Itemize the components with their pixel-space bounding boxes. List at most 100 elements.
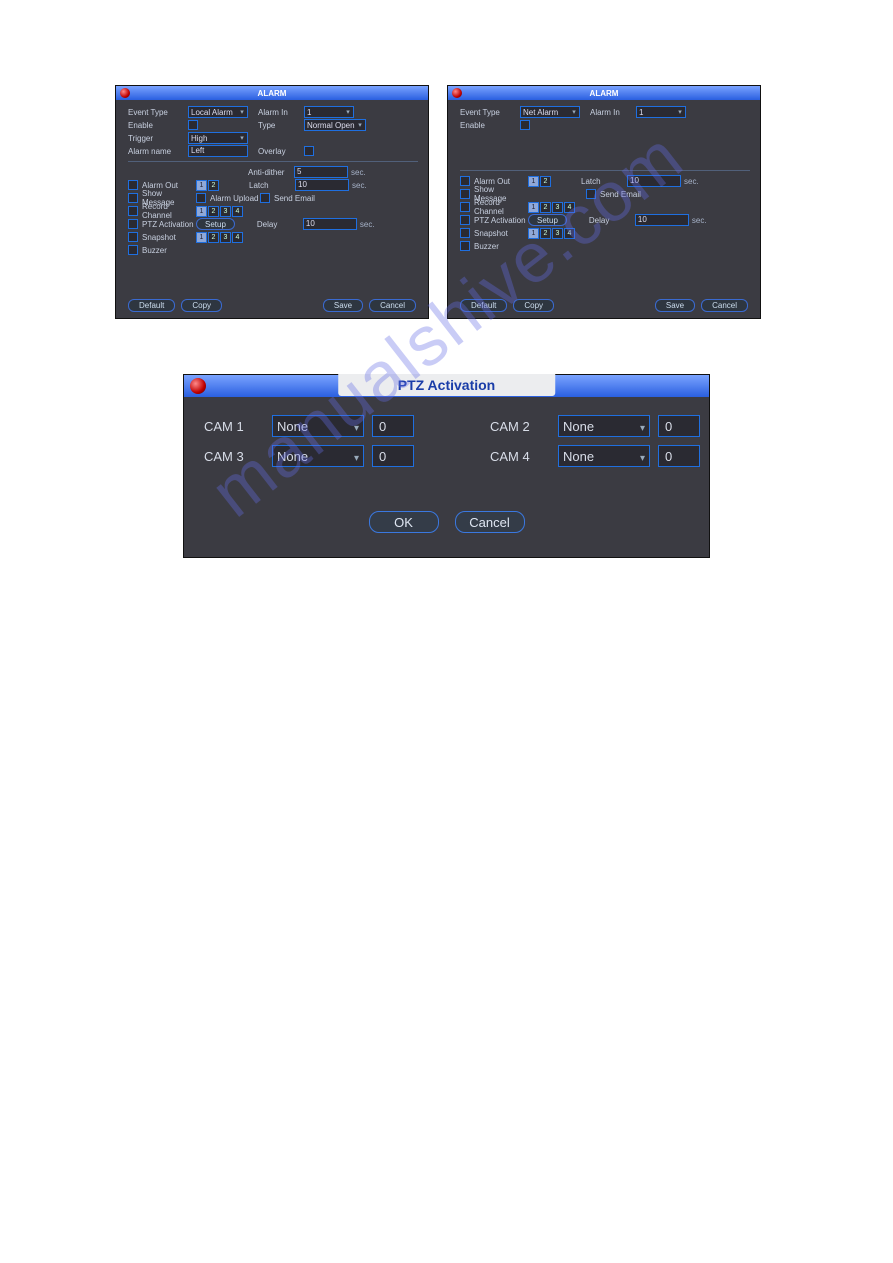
send-email-label: Send Email — [274, 194, 315, 203]
event-type-select[interactable]: Net Alarm — [520, 106, 580, 118]
alarm-out-checkbox[interactable] — [460, 176, 470, 186]
save-button[interactable]: Save — [655, 299, 695, 312]
record-channel-checkbox[interactable] — [460, 202, 470, 212]
close-icon[interactable] — [452, 88, 462, 98]
trigger-label: Trigger — [128, 134, 188, 143]
snapshot-channels[interactable]: 1234 — [196, 232, 243, 243]
record-channel-checkbox[interactable] — [128, 206, 138, 216]
cam4-select[interactable]: None — [558, 445, 650, 467]
ptz-activation-checkbox[interactable] — [460, 215, 470, 225]
show-message-checkbox[interactable] — [460, 189, 470, 199]
enable-checkbox[interactable] — [520, 120, 530, 130]
alarm-in-select[interactable]: 1 — [636, 106, 686, 118]
latch-input[interactable]: 10 — [295, 179, 349, 191]
sec-label: sec. — [684, 177, 699, 186]
chevron-down-icon — [357, 122, 363, 128]
snapshot-channels[interactable]: 1234 — [528, 228, 575, 239]
delay-input[interactable]: 10 — [635, 214, 689, 226]
ptz-activation-checkbox[interactable] — [128, 219, 138, 229]
alarm-local-panel: ALARM Event Type Local Alarm Alarm In 1 … — [115, 85, 429, 319]
sec-label: sec. — [360, 220, 375, 229]
latch-input[interactable]: 10 — [627, 175, 681, 187]
event-type-select[interactable]: Local Alarm — [188, 106, 248, 118]
buzzer-checkbox[interactable] — [128, 245, 138, 255]
send-email-checkbox[interactable] — [260, 193, 270, 203]
chevron-down-icon — [345, 109, 351, 115]
ptz-activation-label: PTZ Activation — [474, 216, 528, 225]
trigger-select[interactable]: High — [188, 132, 248, 144]
ptz-activation-label: PTZ Activation — [142, 220, 196, 229]
alarm-in-label: Alarm In — [590, 108, 636, 117]
cam2-input[interactable]: 0 — [658, 415, 700, 437]
delay-label: Delay — [589, 216, 635, 225]
divider — [460, 170, 750, 171]
enable-checkbox[interactable] — [188, 120, 198, 130]
cam2-label: CAM 2 — [490, 419, 550, 434]
show-message-checkbox[interactable] — [128, 193, 138, 203]
save-button[interactable]: Save — [323, 299, 363, 312]
record-channels[interactable]: 1234 — [196, 206, 243, 217]
cam4-input[interactable]: 0 — [658, 445, 700, 467]
overlay-label: Overlay — [258, 147, 304, 156]
close-icon[interactable] — [190, 378, 206, 394]
cancel-button[interactable]: Cancel — [455, 511, 525, 533]
anti-dither-label: Anti-dither — [248, 168, 294, 177]
default-button[interactable]: Default — [460, 299, 507, 312]
latch-label: Latch — [249, 181, 295, 190]
cancel-button[interactable]: Cancel — [369, 299, 416, 312]
chevron-down-icon — [571, 109, 577, 115]
default-button[interactable]: Default — [128, 299, 175, 312]
titlebar: PTZ Activation — [184, 375, 709, 397]
cam1-input[interactable]: 0 — [372, 415, 414, 437]
delay-input[interactable]: 10 — [303, 218, 357, 230]
record-channel-label: Record Channel — [474, 198, 528, 216]
alarm-upload-label: Alarm Upload — [210, 194, 260, 203]
alarm-in-select[interactable]: 1 — [304, 106, 354, 118]
snapshot-label: Snapshot — [142, 233, 196, 242]
cam3-select[interactable]: None — [272, 445, 364, 467]
record-channels[interactable]: 1234 — [528, 202, 575, 213]
alarm-out-channels[interactable]: 12 — [196, 180, 219, 191]
send-email-label: Send Email — [600, 190, 641, 199]
send-email-checkbox[interactable] — [586, 189, 596, 199]
cam1-label: CAM 1 — [204, 419, 264, 434]
chevron-down-icon — [354, 419, 359, 434]
snapshot-label: Snapshot — [474, 229, 528, 238]
cancel-button[interactable]: Cancel — [701, 299, 748, 312]
cam2-select[interactable]: None — [558, 415, 650, 437]
alarm-out-channels[interactable]: 12 — [528, 176, 551, 187]
copy-button[interactable]: Copy — [513, 299, 554, 312]
setup-button[interactable]: Setup — [196, 218, 235, 230]
type-label: Type — [258, 121, 304, 130]
titlebar: ALARM — [448, 86, 760, 100]
sec-label: sec. — [352, 181, 367, 190]
alarm-out-checkbox[interactable] — [128, 180, 138, 190]
buzzer-label: Buzzer — [474, 242, 499, 251]
ok-button[interactable]: OK — [369, 511, 439, 533]
snapshot-checkbox[interactable] — [128, 232, 138, 242]
title: ALARM — [590, 89, 619, 98]
alarm-upload-checkbox[interactable] — [196, 193, 206, 203]
chevron-down-icon — [640, 449, 645, 464]
cam1-select[interactable]: None — [272, 415, 364, 437]
chevron-down-icon — [239, 135, 245, 141]
enable-label: Enable — [460, 121, 520, 130]
buzzer-checkbox[interactable] — [460, 241, 470, 251]
cam4-label: CAM 4 — [490, 449, 550, 464]
type-select[interactable]: Normal Open — [304, 119, 366, 131]
snapshot-checkbox[interactable] — [460, 228, 470, 238]
anti-dither-input[interactable]: 5 — [294, 166, 348, 178]
chevron-down-icon — [677, 109, 683, 115]
buzzer-label: Buzzer — [142, 246, 167, 255]
delay-label: Delay — [257, 220, 303, 229]
divider — [128, 161, 418, 162]
titlebar: ALARM — [116, 86, 428, 100]
alarm-net-panel: ALARM Event Type Net Alarm Alarm In 1 En… — [447, 85, 761, 319]
close-icon[interactable] — [120, 88, 130, 98]
event-type-label: Event Type — [460, 108, 520, 117]
setup-button[interactable]: Setup — [528, 214, 567, 226]
overlay-checkbox[interactable] — [304, 146, 314, 156]
cam3-input[interactable]: 0 — [372, 445, 414, 467]
alarm-name-input[interactable]: Left — [188, 145, 248, 157]
copy-button[interactable]: Copy — [181, 299, 222, 312]
